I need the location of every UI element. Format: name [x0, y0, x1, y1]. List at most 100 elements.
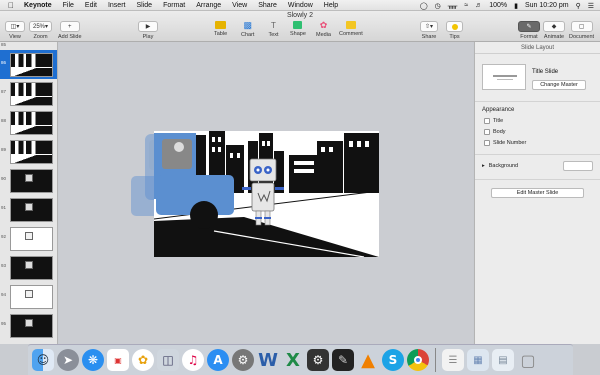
change-master-button[interactable]: Change Master [532, 80, 586, 90]
menu-share[interactable]: Share [258, 2, 277, 9]
slide-thumb-row-selected[interactable]: 86 [0, 50, 57, 79]
tips-button[interactable]: Tips [446, 21, 463, 40]
slide-thumb-row[interactable]: 88 [0, 108, 57, 137]
app-store-icon[interactable]: A [207, 349, 229, 371]
background-disclosure[interactable]: ▸ Background [482, 163, 518, 169]
table-icon[interactable] [215, 21, 227, 29]
slide-thumb-row[interactable]: 91 [0, 195, 57, 224]
slide-thumbnail[interactable] [10, 169, 53, 193]
slide-thumb-row[interactable]: 92 [0, 224, 57, 253]
itunes-icon[interactable]: ♫ [182, 349, 204, 371]
text-icon[interactable]: T [267, 21, 280, 30]
menu-edit[interactable]: Edit [85, 2, 97, 9]
menu-slide[interactable]: Slide [136, 2, 152, 9]
checkbox-box[interactable] [484, 140, 490, 146]
excel-icon[interactable]: X [282, 349, 304, 371]
menu-help[interactable]: Help [324, 2, 338, 9]
document-icon[interactable]: ▢ [570, 21, 593, 32]
calendar-icon[interactable]: ▣ [107, 349, 129, 371]
media-icon[interactable]: ✿ [317, 20, 330, 30]
play-icon[interactable]: ▶ [138, 21, 158, 32]
menu-insert[interactable]: Insert [108, 2, 126, 9]
word-icon[interactable]: W [257, 349, 279, 371]
edit-master-slide-button[interactable]: Edit Master Slide [491, 188, 584, 198]
animate-button[interactable]: ◆ Animate [543, 21, 565, 40]
chart-icon[interactable]: ▩ [241, 20, 254, 30]
launchpad-icon[interactable]: ➤ [57, 349, 79, 371]
format-button[interactable]: ✎ Format [518, 21, 540, 40]
slide-thumb-row[interactable]: 90 [0, 166, 57, 195]
slide-thumbnail[interactable] [10, 140, 53, 164]
share-icon[interactable]: ⇧▾ [420, 21, 438, 32]
current-slide[interactable] [154, 131, 379, 257]
lightbulb-icon[interactable] [446, 21, 463, 32]
photos-icon[interactable]: ✿ [132, 349, 154, 371]
share-button[interactable]: ⇧▾ Share [420, 21, 438, 40]
menu-file[interactable]: File [63, 2, 74, 9]
master-thumbnail[interactable] [482, 64, 526, 90]
finder-icon[interactable]: ☺ [32, 349, 54, 371]
view-control[interactable]: ◫▾ View [5, 21, 25, 40]
view-icon[interactable]: ◫▾ [5, 21, 25, 32]
shape-button[interactable]: Shape [290, 21, 306, 37]
play-button[interactable]: ▶ Play [138, 21, 158, 40]
slide-canvas[interactable] [59, 42, 473, 344]
slide-thumbnail[interactable] [10, 53, 53, 77]
menu-format[interactable]: Format [163, 2, 185, 9]
battery-percent[interactable]: 100% [489, 2, 507, 9]
slide-thumbnail[interactable] [10, 256, 53, 280]
disclosure-triangle-icon[interactable]: ▸ [482, 163, 485, 169]
slide-thumbnail[interactable] [10, 285, 53, 309]
list-icon[interactable]: ☰ [588, 2, 594, 10]
slide-thumbnail[interactable] [10, 314, 53, 338]
comment-button[interactable]: Comment [339, 21, 363, 37]
slide-thumb-row[interactable]: 94 [0, 282, 57, 311]
slide-thumbnail[interactable] [10, 198, 53, 222]
downloads-icon[interactable]: ▦ [467, 349, 489, 371]
menu-view[interactable]: View [232, 2, 247, 9]
add-slide-button[interactable]: + Add Slide [58, 21, 82, 40]
body-checkbox[interactable]: Body [484, 129, 506, 135]
wifi-icon[interactable]: ≈ [464, 2, 468, 9]
document-button[interactable]: ▢ Document [569, 21, 594, 40]
animate-icon[interactable]: ◆ [543, 21, 565, 32]
slide-thumb-row[interactable]: 85 [0, 42, 57, 50]
bluetooth-icon[interactable]: ᚅ [448, 2, 458, 10]
safari-icon[interactable]: ❋ [82, 349, 104, 371]
document-stack-icon[interactable]: ☰ [442, 349, 464, 371]
imovie-icon[interactable]: ⚙ [307, 349, 329, 371]
system-preferences-icon[interactable]: ⚙ [232, 349, 254, 371]
plus-icon[interactable]: + [59, 21, 80, 32]
slide-thumb-row[interactable]: 93 [0, 253, 57, 282]
skype-status-icon[interactable]: ◯ [420, 2, 428, 10]
volume-icon[interactable]: ♬ [475, 2, 482, 9]
comment-icon[interactable] [345, 21, 356, 29]
slide-number-checkbox[interactable]: Slide Number [484, 140, 526, 146]
menu-arrange[interactable]: Arrange [196, 2, 221, 9]
final-cut-icon[interactable]: ✎ [332, 349, 354, 371]
slide-thumbnail[interactable] [10, 111, 53, 135]
title-checkbox[interactable]: Title [484, 118, 503, 124]
background-color-well[interactable] [563, 161, 593, 171]
menu-window[interactable]: Window [288, 2, 313, 9]
slide-thumb-row[interactable]: 89 [0, 137, 57, 166]
slide-artwork[interactable] [154, 131, 379, 257]
chrome-icon[interactable] [407, 349, 429, 371]
slide-thumb-row[interactable]: 95 [0, 311, 57, 340]
zoom-select[interactable]: 25% ▾ [29, 21, 52, 32]
preview-icon[interactable]: ◫ [157, 349, 179, 371]
table-button[interactable]: Table [214, 21, 227, 37]
vlc-icon[interactable]: ▲ [357, 349, 379, 371]
menu-app[interactable]: Keynote [24, 2, 52, 9]
media-button[interactable]: ✿ Media [316, 20, 331, 38]
clock-status-icon[interactable]: ◷ [435, 2, 441, 10]
text-button[interactable]: T Text [267, 21, 280, 38]
skype-icon[interactable]: S [382, 349, 404, 371]
checkbox-box[interactable] [484, 118, 490, 124]
slide-thumb-row[interactable]: 87 [0, 79, 57, 108]
slide-navigator[interactable]: 85 86 87 88 89 90 91 92 93 94 95 [0, 42, 58, 344]
chart-button[interactable]: ▩ Chart [241, 20, 254, 38]
image-stack-icon[interactable]: ▤ [492, 349, 514, 371]
trash-icon[interactable]: ▢ [517, 349, 539, 371]
clock[interactable]: Sun 10:20 pm [525, 2, 569, 9]
